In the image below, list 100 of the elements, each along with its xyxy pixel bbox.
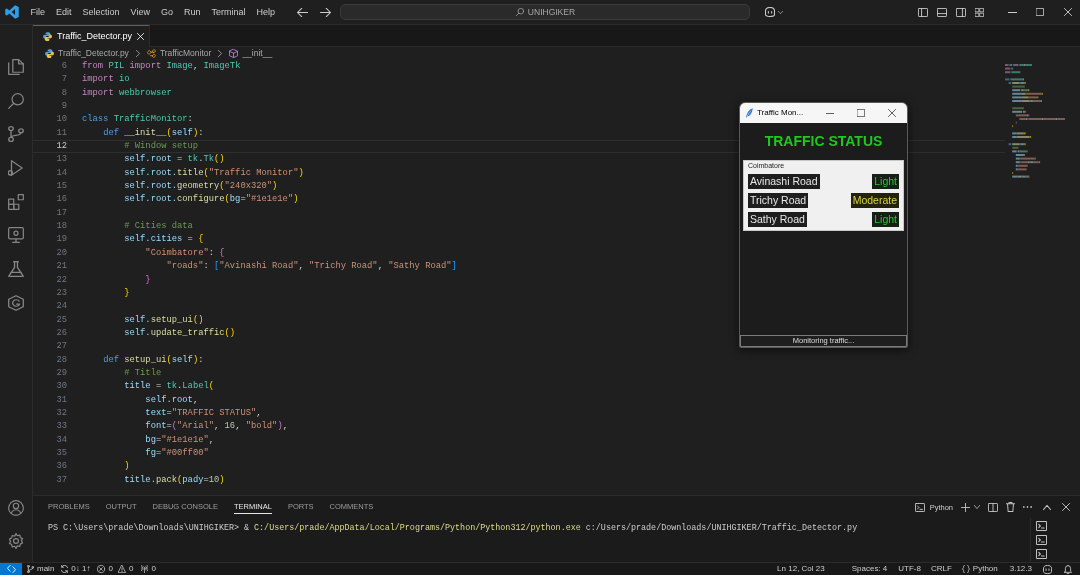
code-line: self.root.configure(bg="#1e1e1e") — [124, 193, 299, 207]
logo-icon — [5, 5, 19, 19]
code-line: } — [145, 273, 151, 287]
command-center-button[interactable]: UNIHGIKER — [340, 4, 751, 20]
robot-face-icon[interactable] — [765, 7, 776, 17]
split-icon[interactable] — [988, 502, 998, 512]
menu-item[interactable]: Edit — [50, 6, 78, 18]
sync-button[interactable]: 0↓ 1↑ — [61, 564, 91, 574]
terminal-icon[interactable] — [1036, 535, 1047, 545]
class-symbol-icon — [146, 49, 156, 58]
menu-item[interactable]: Help — [250, 6, 281, 18]
right-sidebar-layout-icon[interactable] — [956, 7, 966, 17]
traffic-level-label: Light — [872, 212, 899, 228]
code-line: title = tk.Label( — [124, 380, 214, 394]
terminal-line: PS C:\Users\prade\Downloads\UNIHGIKER> & C:/Users/prade/AppData/Local/Programs/Python/Python312/python.exe c:/Users/prade/Downloads/UNIHGIKER/Traffic_Detector.py — [48, 522, 859, 534]
menu-item[interactable]: View — [125, 6, 156, 18]
trash-icon[interactable] — [1006, 502, 1015, 512]
settings-icon[interactable] — [8, 533, 24, 549]
line-number: 31 — [55, 393, 67, 407]
line-number: 29 — [55, 366, 67, 380]
remote-button[interactable] — [0, 562, 22, 575]
status-heading: TRAFFIC STATUS — [763, 133, 884, 150]
chevron-down-icon[interactable] — [974, 505, 980, 509]
menu-item[interactable]: Terminal — [205, 6, 251, 18]
code-line: # Title — [124, 366, 162, 380]
line-number: 23 — [55, 286, 67, 300]
flask-icon[interactable] — [8, 261, 24, 278]
traffic-level-label: Moderate — [850, 193, 899, 209]
branch-icon — [27, 565, 34, 573]
line-number: 12 — [55, 140, 67, 154]
terminal-icon — [914, 502, 925, 512]
road-label: Sathy Road — [748, 212, 807, 228]
interpreter-button[interactable]: 3.12.3 — [1009, 564, 1032, 574]
robot-face-icon[interactable] — [1043, 564, 1052, 574]
file-type-icon — [43, 32, 52, 41]
monitor-icon[interactable] — [8, 227, 24, 244]
chevron-up-icon[interactable] — [1043, 504, 1051, 510]
menu-item[interactable]: Go — [155, 6, 179, 18]
feather-icon — [746, 108, 753, 118]
breadcrumb-item[interactable]: TrafficMonitor — [159, 48, 212, 59]
code-line: class TrafficMonitor: — [82, 113, 193, 127]
terminal-icon[interactable] — [1036, 549, 1047, 559]
breadcrumb-item[interactable]: Traffic_Detector.py — [58, 48, 129, 59]
grid-layout-icon[interactable] — [975, 7, 984, 17]
ports-button[interactable]: 0 — [141, 564, 156, 574]
blocks-icon[interactable] — [8, 193, 24, 210]
line-number: 6 — [60, 60, 67, 73]
code-line: def __init__(self): — [103, 126, 204, 140]
line-number: 33 — [55, 420, 67, 434]
warning-icon — [117, 565, 126, 573]
forward-arrow-icon[interactable] — [320, 7, 332, 17]
play-bug-icon[interactable] — [8, 160, 24, 177]
panel-layout-icon[interactable] — [937, 7, 947, 17]
terminal-icon[interactable] — [1036, 521, 1047, 531]
code-line: "roads": ["Avinashi Road", "Trichy Road", "Sathy Road"] — [166, 260, 457, 274]
menu-item[interactable]: Selection — [77, 6, 126, 18]
problems-button[interactable]: 0 0 — [97, 564, 134, 574]
line-ending-button[interactable]: CRLF — [930, 564, 952, 574]
indentation-button[interactable]: Spaces: 4 — [851, 564, 888, 574]
line-number: 19 — [55, 233, 67, 247]
code-line: import io — [82, 73, 130, 87]
back-arrow-icon[interactable] — [297, 7, 309, 17]
search-icon[interactable] — [8, 92, 24, 109]
warning-count: 0 — [128, 564, 134, 574]
language-button[interactable]: Python — [961, 564, 998, 574]
files-icon[interactable] — [8, 59, 24, 75]
code-line: self.update_traffic() — [124, 326, 236, 340]
source-control-icon[interactable] — [8, 126, 24, 143]
close-icon[interactable] — [887, 109, 896, 117]
hexagon-logo-icon[interactable] — [8, 294, 24, 311]
encoding-button[interactable]: UTF-8 — [898, 564, 921, 574]
cursor-position[interactable]: Ln 12, Col 23 — [777, 564, 825, 574]
account-icon[interactable] — [8, 500, 24, 516]
plus-icon[interactable] — [961, 502, 970, 512]
code-line: font=("Arial", 16, "bold"), — [145, 420, 288, 434]
minimap-drawing[interactable] — [1005, 64, 1065, 180]
braces-icon — [961, 565, 970, 573]
menu-item[interactable]: Run — [178, 6, 206, 18]
line-number: 27 — [55, 340, 67, 354]
branch-button[interactable]: main — [27, 564, 55, 574]
code-line: ) — [124, 460, 130, 474]
traffic-level-label: Light — [872, 174, 899, 190]
code-line: # Window setup — [124, 140, 199, 154]
bell-icon[interactable] — [1064, 564, 1072, 574]
line-number: 25 — [55, 313, 67, 327]
maximize-icon[interactable] — [856, 109, 865, 117]
chevron-right-icon — [135, 50, 140, 57]
code-line: self.root.geometry("240x320") — [124, 180, 278, 194]
line-number: 14 — [55, 166, 67, 180]
line-number: 8 — [60, 86, 67, 100]
breadcrumb-item[interactable]: __init__ — [242, 48, 273, 59]
editor-tab[interactable]: Traffic_Detector.py — [33, 25, 150, 47]
chevron-down-icon[interactable] — [778, 10, 784, 14]
sidebar-layout-icon[interactable] — [918, 7, 928, 17]
minimize-icon[interactable] — [825, 112, 834, 114]
line-number: 9 — [60, 100, 67, 114]
line-number: 32 — [55, 406, 67, 420]
menu-item[interactable]: File — [25, 6, 51, 18]
line-number: 20 — [55, 246, 67, 260]
road-label: Avinashi Road — [748, 174, 820, 190]
